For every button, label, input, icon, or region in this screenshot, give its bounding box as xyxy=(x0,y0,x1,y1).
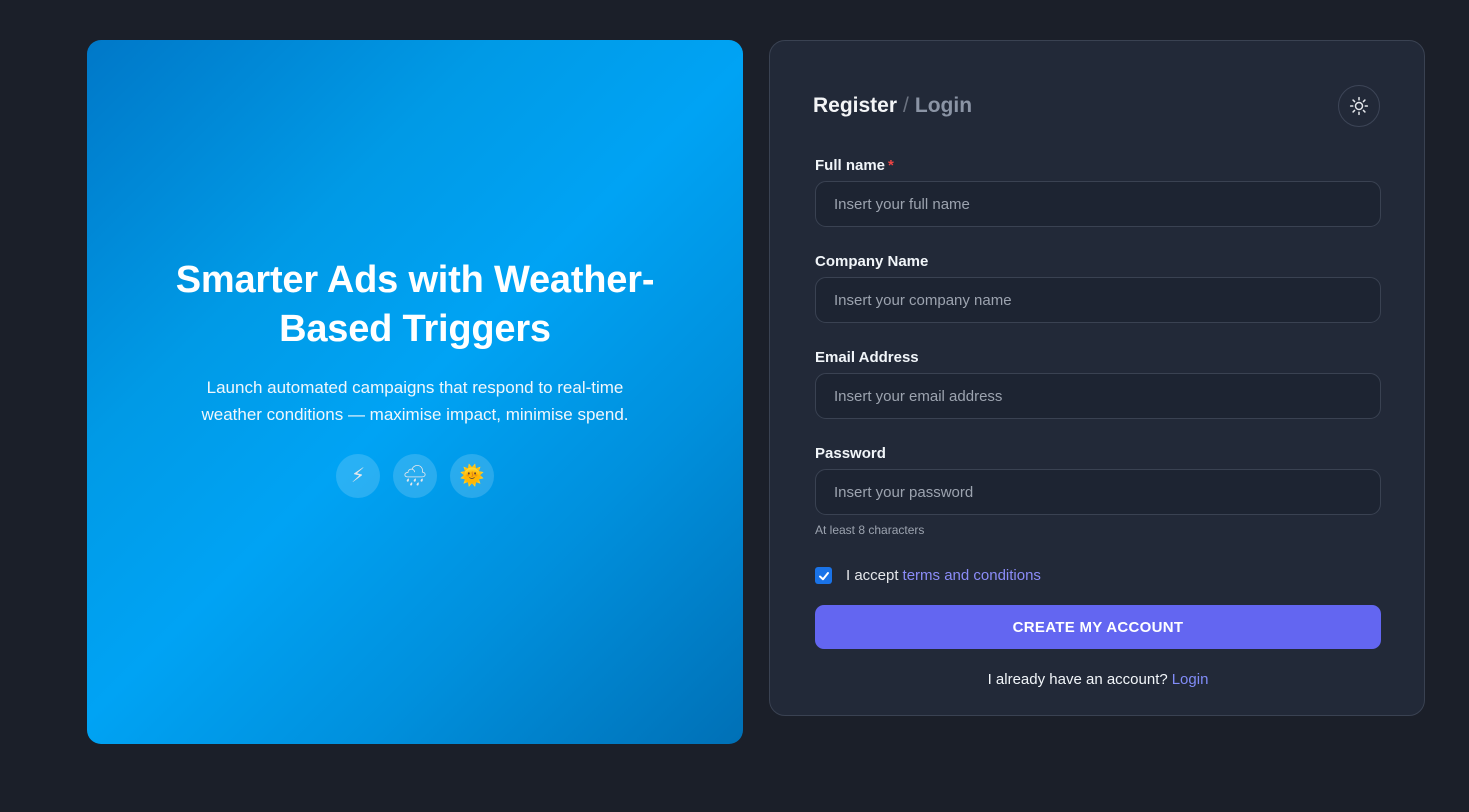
lightning-glyph: ⚡ xyxy=(350,465,366,487)
company-name-input[interactable] xyxy=(815,277,1381,323)
password-input[interactable] xyxy=(815,469,1381,515)
email-label: Email Address xyxy=(815,349,919,366)
email-input[interactable] xyxy=(815,373,1381,419)
full-name-label: Full name * xyxy=(815,157,1381,175)
weather-badges: ⚡ 🌧 🌞 xyxy=(336,454,494,498)
login-prompt: I already have an account? Login xyxy=(815,671,1381,688)
hero-content: Smarter Ads with Weather-Based Triggers … xyxy=(155,256,675,498)
hero-panel: Smarter Ads with Weather-Based Triggers … xyxy=(87,40,743,744)
tab-separator: / xyxy=(903,94,909,117)
tab-register[interactable]: Register xyxy=(813,94,897,117)
theme-toggle-button[interactable] xyxy=(1338,85,1380,127)
rain-cloud-glyph: 🌧 xyxy=(402,465,428,487)
lightning-icon: ⚡ xyxy=(336,454,380,498)
register-form: Full name* Company Name Email Address Pa… xyxy=(815,157,1381,688)
create-account-button[interactable]: CREATE MY ACCOUNT xyxy=(815,605,1381,649)
password-label: Password xyxy=(815,445,886,462)
hero-subtitle: Launch automated campaigns that respond … xyxy=(201,378,629,424)
terms-prefix: I accept xyxy=(846,567,899,584)
sun-glyph: 🌞 xyxy=(459,465,485,487)
auth-tabs: Register / Login xyxy=(813,94,972,118)
terms-row: I accept terms and conditions xyxy=(815,567,1381,584)
auth-card: Register / Login Full name* Company Name E… xyxy=(769,40,1425,716)
hero-title: Smarter Ads with Weather-Based Triggers xyxy=(175,259,655,350)
terms-link[interactable]: terms and conditions xyxy=(903,567,1041,584)
required-marker: * xyxy=(888,157,894,174)
terms-checkbox[interactable] xyxy=(815,567,832,584)
company-name-label: Company Name xyxy=(815,253,929,270)
login-link[interactable]: Login xyxy=(1172,671,1209,688)
rain-cloud-icon: 🌧 xyxy=(393,454,437,498)
login-prompt-text: I already have an account? xyxy=(987,671,1168,688)
tab-login[interactable]: Login xyxy=(915,94,972,117)
check-icon xyxy=(818,571,829,580)
password-hint: At least 8 characters xyxy=(815,523,925,537)
full-name-input[interactable] xyxy=(815,181,1381,227)
full-name-label-text: Full name xyxy=(815,157,886,174)
sun-icon xyxy=(1349,96,1369,116)
sun-icon: 🌞 xyxy=(450,454,494,498)
